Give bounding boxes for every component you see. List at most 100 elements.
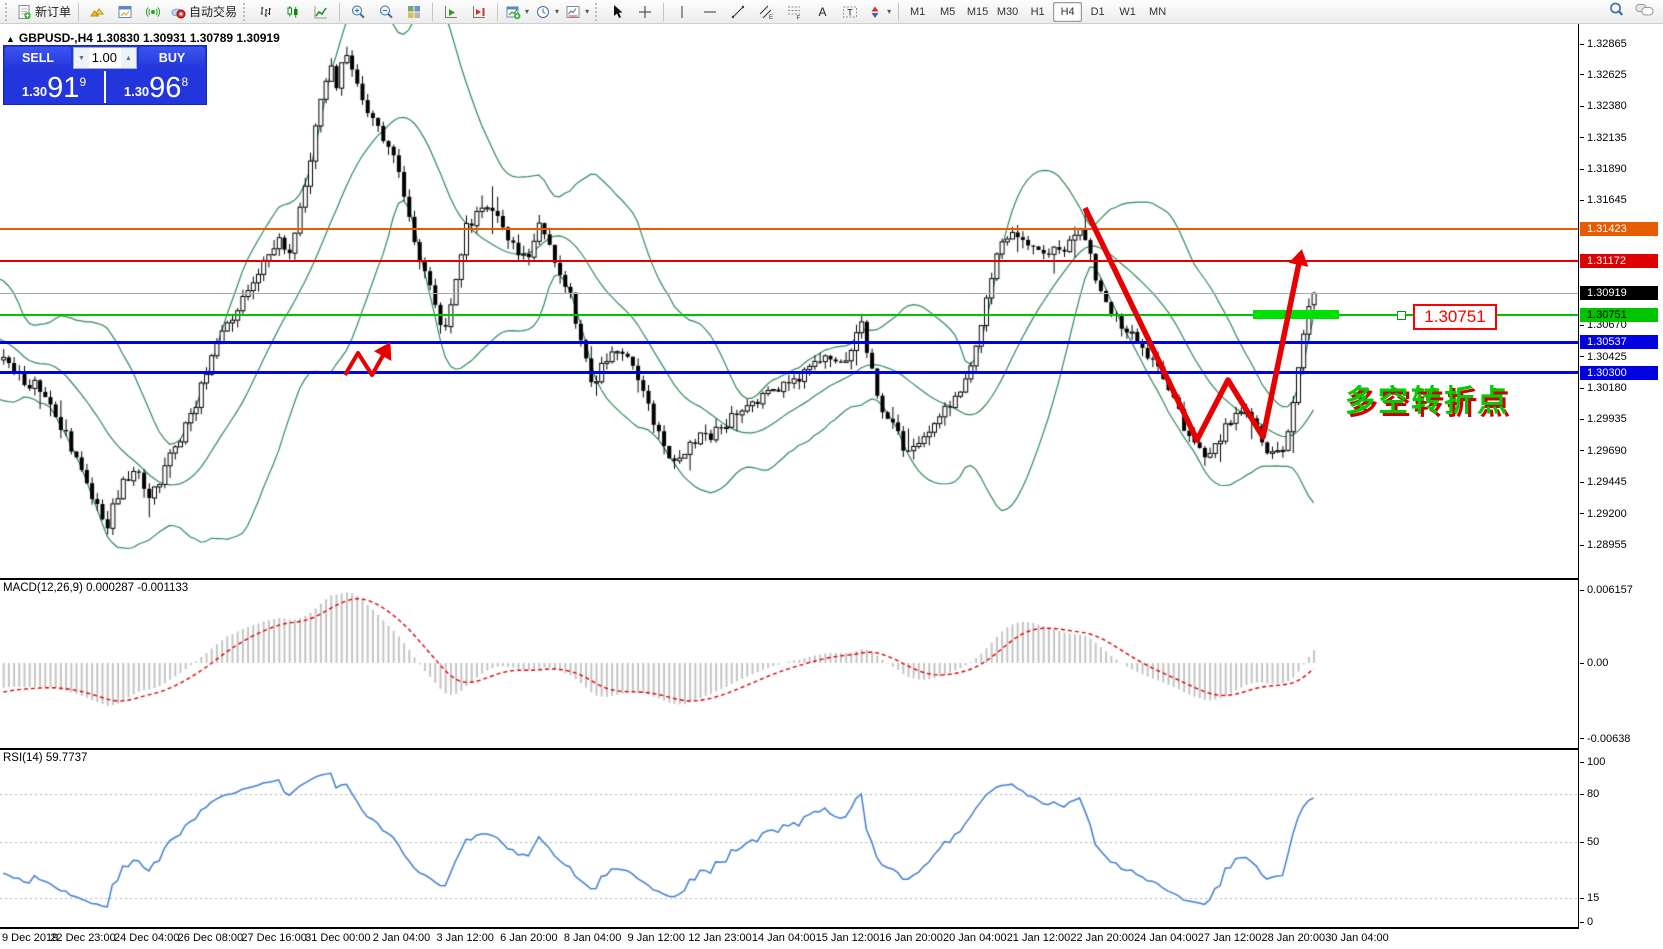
cursor-tool-button[interactable] bbox=[603, 0, 631, 24]
zoom-out-icon bbox=[378, 4, 394, 20]
horizontal-line-1.30537[interactable] bbox=[0, 341, 1578, 344]
chart-shift-button[interactable] bbox=[465, 0, 493, 24]
arrows-tool-button[interactable]: ▾ bbox=[864, 0, 894, 24]
horizontal-line-1.30300[interactable] bbox=[0, 371, 1578, 374]
dropdown-caret: ▾ bbox=[887, 7, 891, 16]
sell-price-sup: 9 bbox=[79, 75, 86, 89]
volume-up-button[interactable]: ▲ bbox=[121, 48, 136, 68]
gold-button[interactable] bbox=[83, 0, 111, 24]
tile-windows-icon bbox=[406, 4, 422, 20]
new-order-button[interactable]: 新订单 bbox=[13, 0, 74, 24]
separator bbox=[339, 3, 340, 21]
price-line-label: 1.30537 bbox=[1580, 335, 1658, 349]
signals-button[interactable] bbox=[139, 0, 167, 24]
timeframe-h1[interactable]: H1 bbox=[1023, 2, 1052, 22]
timeframe-m1[interactable]: M1 bbox=[903, 2, 932, 22]
zoom-out-button[interactable] bbox=[372, 0, 400, 24]
time-axis-label: 27 Jan 12:00 bbox=[1198, 932, 1262, 944]
new-chart-button[interactable]: ▾ bbox=[502, 0, 532, 24]
text-label-tool-button[interactable]: T bbox=[836, 0, 864, 24]
horizontal-line-1.31423[interactable] bbox=[0, 228, 1578, 230]
main-chart-canvas[interactable] bbox=[0, 24, 1578, 578]
rsi-panel: RSI(14) 59.7737 bbox=[0, 750, 1579, 929]
buy-price-button[interactable]: 1.30 96 8 bbox=[106, 70, 206, 104]
time-axis-label: 22 Dec 23:00 bbox=[50, 932, 115, 944]
price-axis-tick: 1.32135 bbox=[1580, 132, 1627, 144]
price-axis-tick: 1.31890 bbox=[1580, 163, 1627, 175]
time-axis-label: 30 Jan 04:00 bbox=[1325, 932, 1389, 944]
time-axis[interactable]: 9 Dec 201922 Dec 23:0024 Dec 04:0026 Dec… bbox=[0, 929, 1663, 949]
line-chart-button[interactable] bbox=[307, 0, 335, 24]
horizontal-line-1.30751[interactable] bbox=[0, 314, 1578, 316]
price-axis-tick: 1.31645 bbox=[1580, 194, 1627, 206]
signals-icon bbox=[145, 4, 161, 20]
chat-icon[interactable] bbox=[1635, 2, 1655, 18]
autotrading-label: 自动交易 bbox=[189, 3, 237, 20]
separator bbox=[898, 3, 899, 21]
timeframe-d1[interactable]: D1 bbox=[1083, 2, 1112, 22]
buy-button[interactable]: BUY bbox=[139, 47, 205, 69]
autotrading-icon bbox=[170, 4, 186, 20]
crosshair-tool-button[interactable] bbox=[631, 0, 659, 24]
toolbar-grip bbox=[5, 3, 10, 21]
timeframe-m15[interactable]: M15 bbox=[963, 2, 992, 22]
time-axis-label: 12 Jan 23:00 bbox=[688, 932, 752, 944]
sell-price-big: 91 bbox=[47, 74, 79, 102]
price-axis-tick: 1.28955 bbox=[1580, 539, 1627, 551]
periods-clock-button[interactable]: ▾ bbox=[532, 0, 562, 24]
highlight-zone-rect[interactable] bbox=[1253, 310, 1339, 319]
timeframe-h4[interactable]: H4 bbox=[1053, 2, 1082, 22]
tile-windows-button[interactable] bbox=[400, 0, 428, 24]
market-watch-button[interactable] bbox=[111, 0, 139, 24]
horizontal-line-tool-button[interactable] bbox=[696, 0, 724, 24]
zoom-in-button[interactable] bbox=[344, 0, 372, 24]
rsi-canvas[interactable] bbox=[0, 750, 1578, 927]
macd-axis-tick: 0.006157 bbox=[1580, 584, 1633, 596]
toolbar-grip bbox=[595, 3, 600, 21]
macd-canvas[interactable] bbox=[0, 580, 1578, 748]
equidistant-channel-tool-button[interactable]: E bbox=[752, 0, 780, 24]
gold-icon bbox=[89, 4, 105, 20]
time-axis-label: 24 Dec 04:00 bbox=[114, 932, 179, 944]
price-axis-tick: 1.30180 bbox=[1580, 382, 1627, 394]
toolbar-right bbox=[1608, 1, 1655, 18]
cursor-icon bbox=[609, 4, 625, 20]
search-icon[interactable] bbox=[1608, 1, 1625, 18]
time-axis-label: 26 Dec 08:00 bbox=[178, 932, 243, 944]
rsi-axis-tick: 80 bbox=[1580, 788, 1599, 800]
time-axis-label: 3 Jan 12:00 bbox=[436, 932, 494, 944]
text-tool-button[interactable]: A bbox=[808, 0, 836, 24]
fibonacci-icon: F bbox=[786, 4, 802, 20]
sell-button[interactable]: SELL bbox=[5, 47, 71, 69]
autotrading-button[interactable]: 自动交易 bbox=[167, 0, 240, 24]
price-line-label: 1.30300 bbox=[1580, 366, 1658, 380]
timeframe-m5[interactable]: M5 bbox=[933, 2, 962, 22]
volume-down-button[interactable]: ▼ bbox=[74, 48, 89, 68]
fibonacci-tool-button[interactable]: F bbox=[780, 0, 808, 24]
price-line-label: 1.30919 bbox=[1580, 286, 1658, 300]
time-axis-label: 9 Jan 12:00 bbox=[628, 932, 686, 944]
volume-input[interactable]: 1.00 bbox=[89, 48, 121, 68]
vertical-line-tool-button[interactable] bbox=[668, 0, 696, 24]
horizontal-line-1.31172[interactable] bbox=[0, 260, 1578, 262]
market-watch-icon bbox=[117, 4, 133, 20]
price-axis-tick: 1.32625 bbox=[1580, 69, 1627, 81]
time-axis-label: 28 Jan 20:00 bbox=[1261, 932, 1325, 944]
timeframe-m30[interactable]: M30 bbox=[993, 2, 1022, 22]
price-line-label: 1.31172 bbox=[1580, 254, 1658, 268]
auto-scroll-button[interactable] bbox=[437, 0, 465, 24]
bar-chart-button[interactable] bbox=[251, 0, 279, 24]
timeframe-mn[interactable]: MN bbox=[1143, 2, 1172, 22]
price-axis-tick: 1.29200 bbox=[1580, 508, 1627, 520]
collapse-trade-panel-icon[interactable]: ▲ bbox=[6, 34, 15, 44]
templates-button[interactable]: ▾ bbox=[562, 0, 592, 24]
price-tag-anchor-square[interactable] bbox=[1397, 311, 1406, 320]
sell-price-button[interactable]: 1.30 91 9 bbox=[4, 70, 104, 104]
annotation-text[interactable]: 多空转折点 bbox=[1345, 376, 1510, 420]
price-tag-label[interactable]: 1.30751 bbox=[1413, 304, 1497, 330]
trendline-tool-button[interactable] bbox=[724, 0, 752, 24]
volume-spinner: ▼ 1.00 ▲ bbox=[73, 47, 137, 69]
svg-text:F: F bbox=[797, 15, 801, 20]
candlestick-chart-button[interactable] bbox=[279, 0, 307, 24]
timeframe-w1[interactable]: W1 bbox=[1113, 2, 1142, 22]
